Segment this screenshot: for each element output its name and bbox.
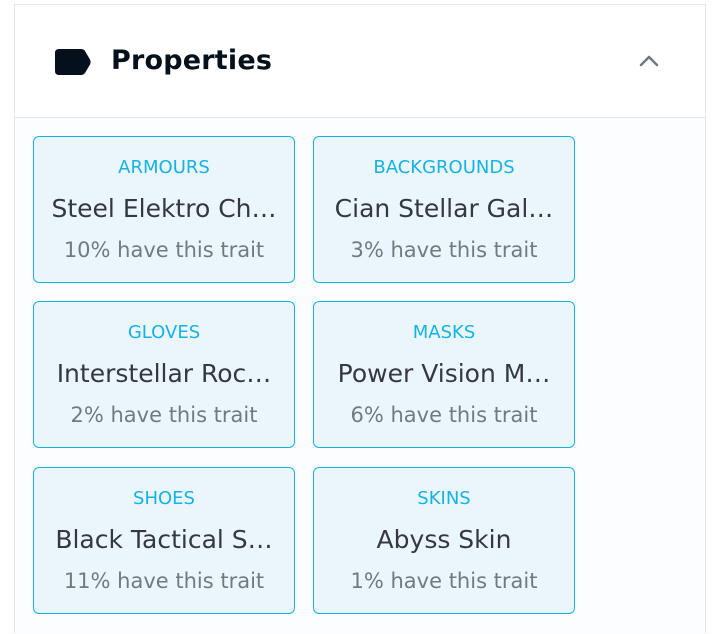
property-card-masks[interactable]: MASKS Power Vision M… 6% have this trait [313,301,575,448]
property-value: Power Vision M… [337,359,551,388]
property-rarity: 1% have this trait [350,569,538,593]
property-value: Abyss Skin [376,525,512,554]
property-type: GLOVES [127,322,201,343]
property-card-skins[interactable]: SKINS Abyss Skin 1% have this trait [313,467,575,614]
property-type: ARMOURS [118,157,210,178]
property-value: Interstellar Roc… [56,359,272,388]
property-rarity: 10% have this trait [63,238,265,262]
property-rarity: 11% have this trait [63,569,265,593]
property-card-backgrounds[interactable]: BACKGROUNDS Cian Stellar Gal… 3% have th… [313,136,575,283]
panel-title: Properties [111,45,273,76]
property-rarity: 6% have this trait [350,403,538,427]
property-type: BACKGROUNDS [373,157,515,178]
property-value: Black Tactical S… [55,525,273,554]
properties-panel: Properties ARMOURS Steel Elektro Ch… 10%… [14,4,706,634]
tag-icon [55,49,91,75]
property-type: SKINS [417,488,471,509]
chevron-up-icon[interactable] [637,53,661,69]
property-type: MASKS [412,322,476,343]
property-card-shoes[interactable]: SHOES Black Tactical S… 11% have this tr… [33,467,295,614]
property-card-gloves[interactable]: GLOVES Interstellar Roc… 2% have this tr… [33,301,295,448]
properties-header[interactable]: Properties [15,5,705,118]
property-type: SHOES [133,488,195,509]
property-rarity: 3% have this trait [350,238,538,262]
properties-grid: ARMOURS Steel Elektro Ch… 10% have this … [15,118,705,634]
property-value: Cian Stellar Gal… [334,194,554,223]
property-card-armours[interactable]: ARMOURS Steel Elektro Ch… 10% have this … [33,136,295,283]
property-rarity: 2% have this trait [70,403,258,427]
property-value: Steel Elektro Ch… [51,194,277,223]
